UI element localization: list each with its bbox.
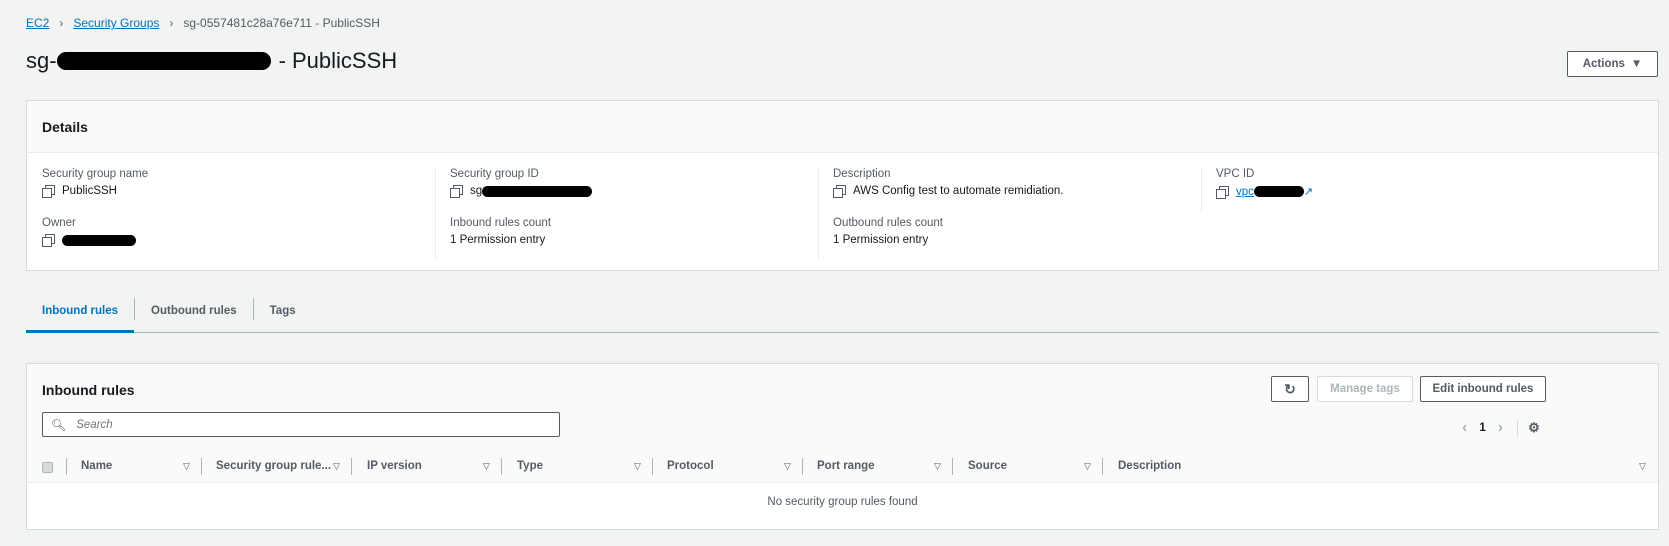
caret-down-icon: ▼ [1630, 58, 1643, 70]
column-divider [66, 458, 67, 475]
column-divider [501, 458, 502, 475]
sort-caret-icon[interactable]: ▽ [634, 461, 641, 472]
redacted-id [1253, 186, 1304, 197]
page-title: sg- - PublicSSH [26, 48, 397, 74]
sg-name-field: Security group name PublicSSH [42, 168, 149, 198]
copy-icon[interactable] [42, 234, 55, 247]
external-link-icon[interactable]: ↗ [1304, 185, 1313, 198]
divider [818, 167, 819, 259]
table-header: Name ▽ Security group rule... ▽ IP versi… [27, 451, 1658, 483]
description-label: Description [833, 168, 891, 180]
column-header-name[interactable]: Name [81, 460, 112, 472]
breadcrumb: EC2 › Security Groups › sg-0557481c28a76… [26, 16, 380, 30]
sort-caret-icon[interactable]: ▽ [1639, 461, 1646, 472]
copy-icon[interactable] [1216, 185, 1229, 199]
redacted-id [482, 185, 593, 197]
actions-button[interactable]: Actions ▼ [1567, 51, 1658, 77]
sg-id-label: Security group ID [450, 168, 539, 180]
actions-label: Actions [1582, 58, 1625, 70]
vpc-id-label: VPC ID [1216, 168, 1255, 180]
column-divider [1102, 458, 1103, 475]
column-header-ip-version[interactable]: IP version [367, 460, 422, 472]
column-header-source[interactable]: Source [968, 460, 1007, 472]
sg-name-label: Security group name [42, 168, 149, 180]
inbound-count-field: Inbound rules count 1 Permission entry [450, 217, 551, 246]
page-title-suffix: - PublicSSH [278, 48, 398, 73]
divider [1201, 167, 1202, 213]
description-field: Description AWS Config test to automate … [833, 168, 1064, 198]
column-divider [802, 458, 803, 475]
outbound-count-label: Outbound rules count [833, 217, 943, 229]
sg-name-value: PublicSSH [62, 185, 117, 197]
search-input[interactable] [74, 417, 535, 432]
chevron-right-icon: › [169, 16, 174, 30]
column-divider [952, 458, 953, 475]
sort-caret-icon[interactable]: ▽ [784, 461, 791, 472]
page-number[interactable]: 1 [1479, 422, 1485, 434]
owner-field: Owner [42, 217, 136, 247]
details-title: Details [27, 101, 1658, 153]
sort-caret-icon[interactable]: ▽ [1084, 461, 1091, 472]
column-header-type[interactable]: Type [517, 460, 543, 472]
refresh-button[interactable]: ↻ [1271, 376, 1309, 402]
tab-inbound-rules[interactable]: Inbound rules [26, 293, 135, 333]
inbound-count-value: 1 Permission entry [450, 234, 546, 246]
breadcrumb-security-groups-link[interactable]: Security Groups [73, 16, 159, 30]
select-all-checkbox[interactable] [42, 462, 53, 473]
sort-caret-icon[interactable]: ▽ [483, 461, 490, 472]
redacted-id [56, 52, 271, 70]
empty-table-message: No security group rules found [767, 496, 918, 508]
pagination: ‹ 1 › ⚙ [1462, 419, 1540, 437]
description-value: AWS Config test to automate remidiation. [853, 185, 1064, 197]
column-header-protocol[interactable]: Protocol [667, 460, 714, 472]
copy-icon[interactable] [42, 185, 55, 198]
sort-caret-icon[interactable]: ▽ [333, 461, 340, 472]
outbound-count-value: 1 Permission entry [833, 234, 929, 246]
sort-caret-icon[interactable]: ▽ [934, 461, 941, 472]
tab-tags[interactable]: Tags [254, 293, 312, 332]
page-title-prefix: sg- [26, 48, 57, 73]
redacted-owner [62, 234, 136, 246]
chevron-right-icon[interactable]: › [1498, 419, 1503, 437]
chevron-left-icon[interactable]: ‹ [1462, 419, 1467, 437]
column-divider [201, 458, 202, 475]
tabs: Inbound rules Outbound rules Tags [26, 293, 1659, 333]
column-header-port-range[interactable]: Port range [817, 460, 875, 472]
breadcrumb-current: sg-0557481c28a76e711 - PublicSSH [183, 16, 380, 30]
sg-id-prefix: sg [470, 185, 483, 197]
breadcrumb-ec2-link[interactable]: EC2 [26, 16, 49, 30]
column-divider [652, 458, 653, 475]
inbound-count-label: Inbound rules count [450, 217, 552, 229]
divider [1517, 419, 1519, 437]
outbound-count-field: Outbound rules count 1 Permission entry [833, 217, 943, 246]
divider [435, 167, 436, 259]
manage-tags-button[interactable]: Manage tags [1317, 376, 1413, 402]
edit-inbound-rules-button[interactable]: Edit inbound rules [1420, 376, 1546, 402]
inbound-rules-title: Inbound rules [42, 382, 135, 398]
sg-id-field: Security group ID sg [450, 168, 593, 198]
details-panel: Details Security group name PublicSSH Se… [26, 100, 1659, 271]
refresh-icon: ↻ [1284, 380, 1296, 397]
vpc-id-link[interactable]: vpc ↗ [1236, 185, 1313, 199]
owner-label: Owner [42, 217, 76, 229]
search-field[interactable]: 🔍︎ [42, 412, 560, 437]
column-header-sg-rule[interactable]: Security group rule... [216, 460, 331, 472]
vpc-id-prefix[interactable]: vpc [1236, 186, 1254, 198]
vpc-id-field: VPC ID vpc ↗ [1216, 168, 1313, 199]
search-icon: 🔍︎ [51, 417, 67, 432]
copy-icon[interactable] [833, 185, 846, 198]
chevron-right-icon: › [59, 16, 64, 30]
tab-outbound-rules[interactable]: Outbound rules [135, 293, 253, 332]
column-divider [351, 458, 352, 475]
sort-caret-icon[interactable]: ▽ [183, 461, 190, 472]
copy-icon[interactable] [450, 185, 463, 198]
settings-gear-icon[interactable]: ⚙ [1528, 420, 1540, 436]
inbound-rules-panel: Inbound rules ↻ Manage tags Edit inbound… [26, 363, 1659, 530]
column-header-description[interactable]: Description [1118, 460, 1181, 472]
